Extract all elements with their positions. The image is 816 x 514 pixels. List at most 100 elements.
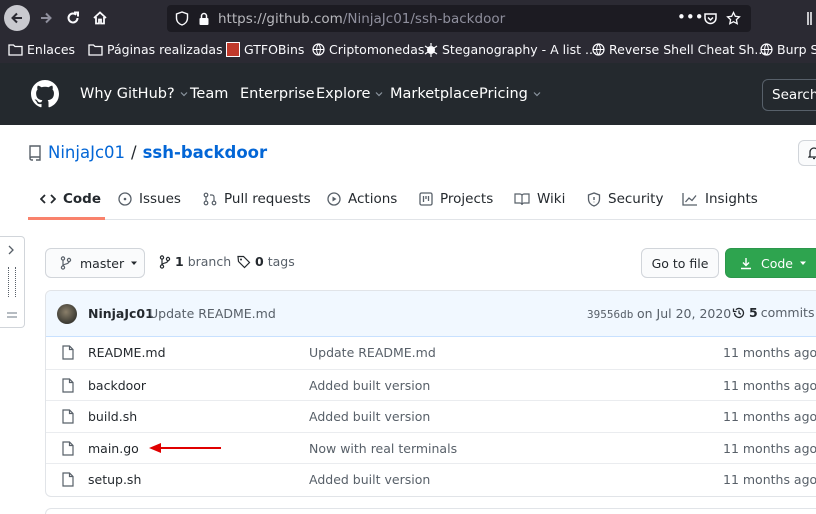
notifications-button[interactable] [798, 140, 816, 166]
tab-security[interactable]: Security [587, 191, 663, 207]
url-bar[interactable]: https://github.com/NinjaJc01/ssh-backdoo… [167, 5, 751, 32]
go-to-file-button[interactable]: Go to file [641, 248, 719, 278]
nav-label: Marketplace [390, 86, 479, 102]
table-row: main.go Now with real terminals 11 month… [46, 432, 816, 464]
pocket-icon[interactable] [703, 11, 718, 26]
repo-separator: / [131, 143, 137, 162]
avatar[interactable] [57, 304, 77, 324]
go-to-file-label: Go to file [651, 255, 709, 271]
tab-projects[interactable]: Projects [419, 191, 493, 207]
code-button-label: Code [761, 255, 794, 271]
active-tab-indicator [28, 217, 105, 220]
file-name-link[interactable]: backdoor [88, 378, 146, 393]
file-age: 11 months ago [723, 441, 816, 456]
nav-label: Pricing [479, 86, 528, 102]
nav-label: Why GitHub? [80, 86, 175, 102]
tab-label: Pull requests [224, 191, 311, 207]
branch-name: master [80, 255, 125, 271]
nav-explore[interactable]: Explore [316, 86, 384, 102]
reload-button[interactable] [60, 5, 86, 31]
pull-request-icon [203, 192, 217, 206]
github-logo-icon[interactable] [31, 80, 59, 108]
file-icon [62, 409, 74, 424]
nav-marketplace[interactable]: Marketplace [390, 86, 479, 102]
branch-count: 1 [175, 254, 184, 269]
search-input[interactable]: Search [762, 79, 816, 111]
file-age: 11 months ago [723, 409, 816, 424]
file-name-link[interactable]: README.md [88, 345, 166, 360]
bookmark-label: Reverse Shell Cheat Sh... [609, 42, 767, 57]
globe-icon [312, 43, 325, 56]
file-commit-message[interactable]: Added built version [309, 378, 430, 393]
commit-label: commits [760, 305, 815, 320]
bookmark-criptomonedas[interactable]: Criptomonedas [312, 42, 424, 57]
repo-title: NinjaJc01 / ssh-backdoor [28, 143, 267, 162]
page-actions-menu-icon[interactable]: ••• [677, 8, 704, 26]
commit-hash[interactable]: 39556db [587, 308, 633, 321]
file-commit-message[interactable]: Added built version [309, 472, 430, 487]
bookmark-steganography[interactable]: Steganography - A list ... [424, 42, 597, 57]
commits-link[interactable]: 5 commits [732, 305, 814, 320]
tag-count: 0 [255, 254, 264, 269]
file-commit-message[interactable]: Now with real terminals [309, 441, 457, 456]
url-text: https://github.com/NinjaJc01/ssh-backdoo… [218, 11, 506, 27]
branch-icon [159, 254, 171, 269]
tab-label: Wiki [537, 191, 566, 207]
repo-name-link[interactable]: ssh-backdoor [143, 143, 268, 162]
tab-pull-requests[interactable]: Pull requests [203, 191, 311, 207]
bookmark-reverse-shell[interactable]: Reverse Shell Cheat Sh... [592, 42, 766, 57]
file-name-link[interactable]: setup.sh [88, 472, 141, 487]
bookmark-gtfobins[interactable]: GTFOBins [226, 42, 304, 57]
bookmark-paginas-realizadas[interactable]: Páginas realizadas [88, 42, 223, 57]
bookmark-enlaces[interactable]: Enlaces [8, 42, 75, 57]
bookmark-burp[interactable]: Burp Su [760, 42, 816, 57]
file-commit-message[interactable]: Update README.md [309, 345, 436, 360]
globe-icon [592, 43, 605, 56]
side-panel-toggle[interactable] [0, 236, 25, 328]
tab-actions[interactable]: Actions [327, 191, 397, 207]
download-icon [741, 257, 751, 269]
file-commit-message[interactable]: Added built version [309, 409, 430, 424]
tab-wiki[interactable]: Wiki [514, 191, 565, 207]
issue-icon [118, 192, 132, 206]
tags-link[interactable]: 0 tags [237, 254, 295, 269]
tab-code[interactable]: Code [40, 191, 101, 207]
repo-owner-link[interactable]: NinjaJc01 [48, 143, 125, 162]
branch-select-button[interactable]: master [45, 248, 145, 278]
chevron-down-icon [375, 92, 383, 97]
nav-enterprise[interactable]: Enterprise [240, 86, 315, 102]
history-icon [732, 307, 745, 318]
branches-link[interactable]: 1 branch [159, 254, 231, 269]
file-name-link[interactable]: build.sh [88, 409, 137, 424]
bookmark-label: Steganography - A list ... [442, 42, 597, 57]
home-button[interactable] [87, 5, 113, 31]
commit-message[interactable]: Update README.md [149, 306, 276, 321]
file-age: 11 months ago [723, 345, 816, 360]
nav-label: Explore [316, 86, 371, 102]
chevron-down-icon [180, 92, 188, 97]
back-button[interactable] [4, 5, 30, 31]
branch-icon [60, 256, 72, 270]
file-name-link[interactable]: main.go [88, 441, 139, 456]
tab-issues[interactable]: Issues [118, 191, 181, 207]
nav-pricing[interactable]: Pricing [479, 86, 542, 102]
bookmarks-toolbar: Enlaces Páginas realizadas GTFOBins Crip… [0, 37, 816, 64]
nav-team[interactable]: Team [190, 86, 228, 102]
tab-insights[interactable]: Insights [682, 191, 758, 207]
caret-down-icon [800, 261, 807, 265]
bookmark-label: Criptomonedas [329, 42, 425, 57]
commit-count: 5 [749, 305, 758, 320]
shield-icon[interactable] [175, 11, 189, 26]
commit-author[interactable]: NinjaJc01 [88, 306, 154, 321]
library-icon[interactable] [806, 11, 816, 26]
tag-label: tags [267, 254, 295, 269]
tab-label: Security [608, 191, 664, 207]
bookmark-label: Páginas realizadas [107, 42, 223, 57]
forward-button[interactable] [33, 5, 59, 31]
caret-down-icon [131, 261, 138, 265]
file-icon [62, 441, 74, 456]
code-button[interactable]: Code [725, 248, 816, 278]
table-row: README.md Update README.md 11 months ago [46, 337, 816, 368]
nav-why-github[interactable]: Why GitHub? [80, 86, 189, 102]
bookmark-star-icon[interactable] [726, 11, 741, 26]
